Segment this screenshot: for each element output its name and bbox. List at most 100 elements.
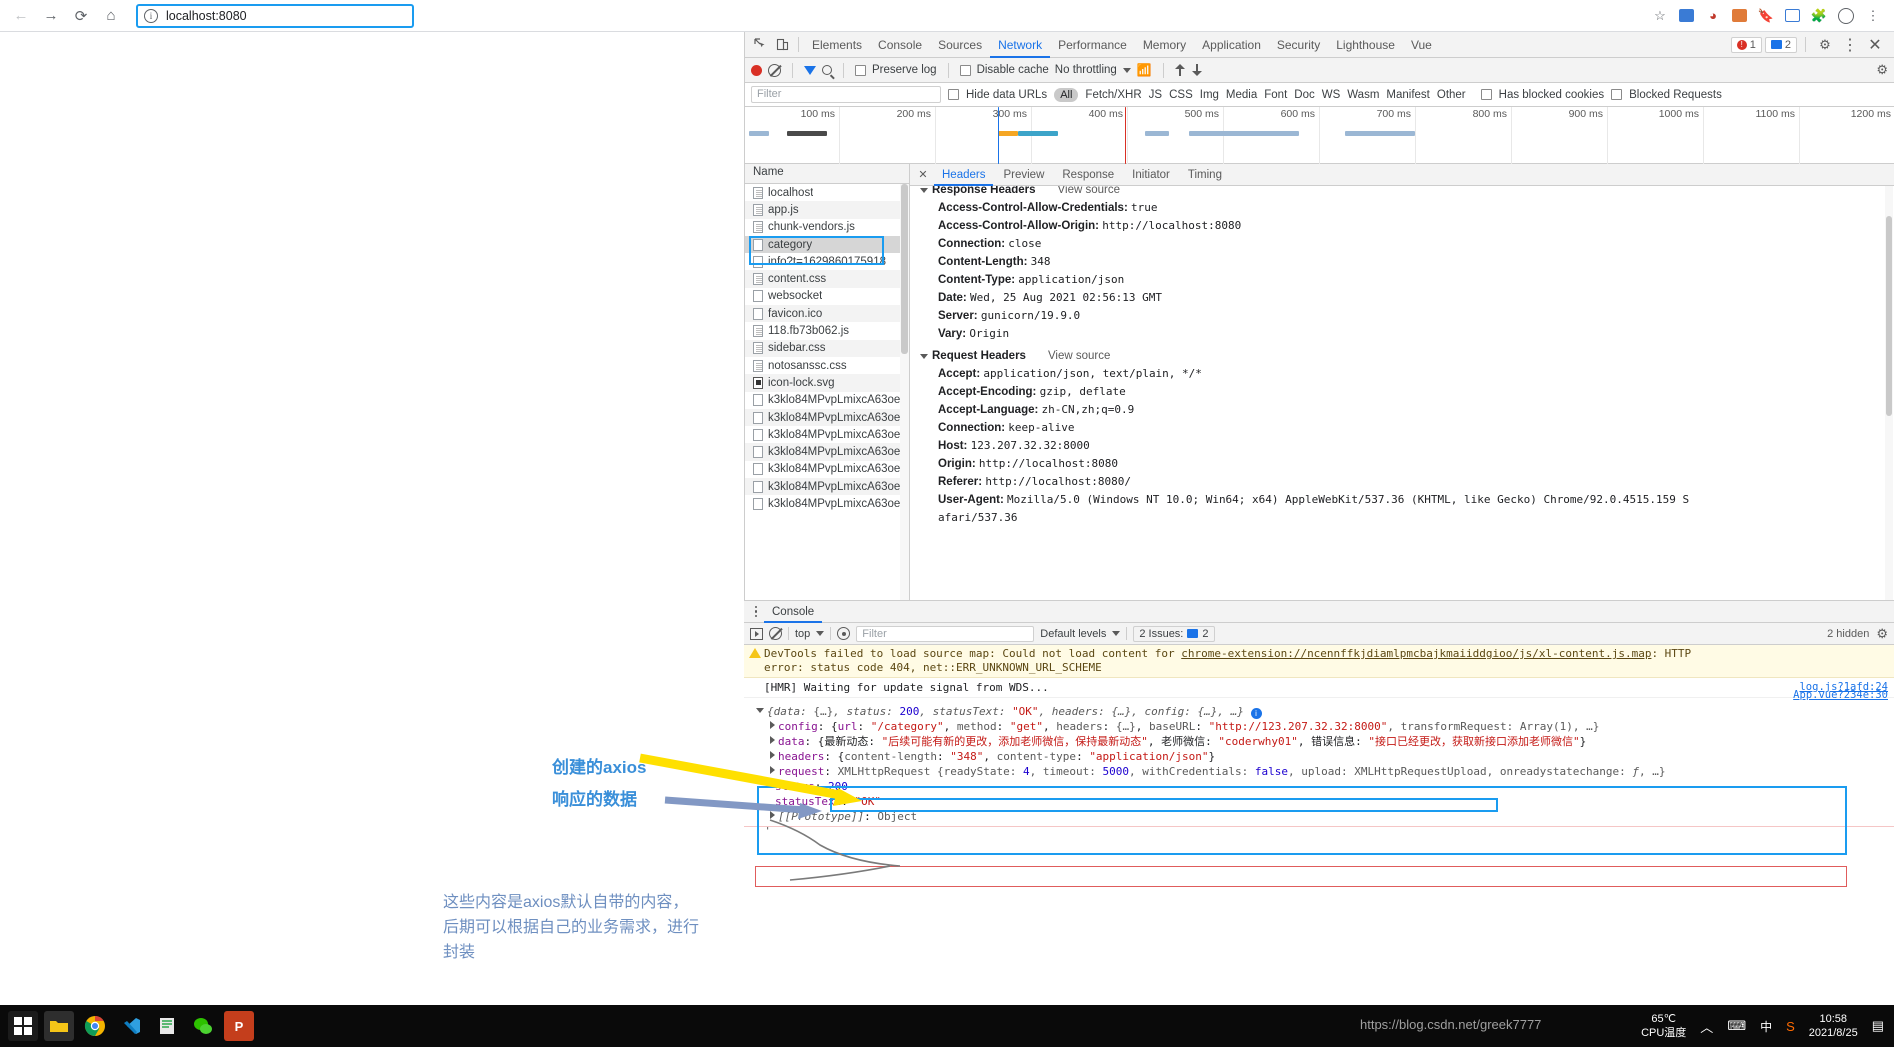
console-output[interactable]: DevTools failed to load source map: Coul… (744, 645, 1894, 827)
console-filter-input[interactable]: Filter (856, 625, 1035, 642)
tab-network[interactable]: Network (990, 32, 1050, 58)
record-button[interactable] (751, 64, 762, 76)
request-row[interactable]: info?t=1629860175918 (745, 253, 909, 270)
cpu-temp-widget[interactable]: 65℃ CPU温度 (1641, 1012, 1686, 1040)
vscode-icon[interactable] (116, 1011, 146, 1041)
response-headers-section[interactable]: Response Headers View source (920, 186, 1894, 199)
preserve-log-checkbox[interactable] (855, 64, 866, 76)
console-levels-select[interactable]: Default levels (1040, 628, 1106, 640)
tab-security[interactable]: Security (1269, 32, 1328, 58)
tab-memory[interactable]: Memory (1135, 32, 1194, 58)
request-row[interactable]: k3klo84MPvpLmixcA63oeALZ (745, 426, 909, 443)
filter-type-manifest[interactable]: Manifest (1386, 89, 1429, 101)
request-row[interactable]: app.js (745, 201, 909, 219)
console-object-output[interactable]: App.vue?234e:30 {data: {…}, status: 200,… (744, 689, 1894, 826)
warning-link[interactable]: chrome-extension://ncennffkjdiamlpmcbajk… (1181, 647, 1651, 660)
clear-button[interactable] (768, 63, 781, 77)
folder-icon[interactable] (44, 1011, 74, 1041)
close-icon[interactable]: ✕ (1864, 34, 1886, 56)
tab-response[interactable]: Response (1054, 164, 1122, 186)
puzzle-icon[interactable]: 🧩 (1810, 7, 1828, 25)
tab-application[interactable]: Application (1194, 32, 1269, 58)
clock-widget[interactable]: 10:58 2021/8/25 (1809, 1012, 1858, 1040)
error-count-badge[interactable]: ! 1 (1730, 36, 1762, 53)
filter-type-img[interactable]: Img (1200, 89, 1219, 101)
object-headers-line[interactable]: headers: {content-length: "348", content… (756, 749, 1888, 764)
start-icon[interactable] (8, 1011, 38, 1041)
reload-icon[interactable]: ⟳ (68, 3, 94, 29)
scrollbar-thumb[interactable] (901, 184, 908, 354)
hide-data-urls-checkbox[interactable] (948, 89, 959, 100)
tab-sources[interactable]: Sources (930, 32, 990, 58)
grid-icon[interactable] (1785, 9, 1800, 22)
request-row[interactable]: localhost (745, 184, 909, 201)
request-list-header[interactable]: Name (745, 164, 909, 184)
filter-type-js[interactable]: JS (1149, 89, 1162, 101)
back-arrow-icon[interactable]: ← (8, 3, 34, 29)
request-row[interactable]: category (745, 235, 909, 254)
request-row[interactable]: favicon.ico (745, 305, 909, 323)
notes-icon[interactable] (152, 1011, 182, 1041)
request-row[interactable]: sidebar.css (745, 339, 909, 357)
has-blocked-cookies-checkbox[interactable] (1480, 89, 1492, 100)
chevron-down-icon[interactable] (1112, 631, 1121, 636)
tab-lighthouse[interactable]: Lighthouse (1328, 32, 1403, 58)
object-request-line[interactable]: request: XMLHttpRequest {readyState: 4, … (756, 764, 1888, 779)
network-settings-gear-icon[interactable]: ⚙ (1876, 62, 1888, 78)
search-icon[interactable] (822, 65, 832, 75)
object-data-line[interactable]: data: {最新动态: "后续可能有新的更改，添加老师微信，保持最新动态", … (756, 734, 1888, 749)
chevron-right-icon[interactable] (770, 751, 775, 759)
kebab-menu-icon[interactable]: ⋮ (1839, 34, 1861, 56)
object-source-link[interactable]: App.vue?234e:30 (1793, 688, 1888, 703)
forward-arrow-icon[interactable]: → (38, 3, 64, 29)
disable-cache-checkbox[interactable] (959, 64, 971, 76)
keyboard-icon[interactable]: ⌨ (1727, 1018, 1746, 1034)
chevron-down-icon[interactable] (920, 353, 928, 359)
chevron-down-icon[interactable] (1122, 67, 1131, 73)
request-row[interactable]: k3klo84MPvpLmixcA63oeALZ (745, 443, 909, 461)
console-log-message[interactable]: [HMR] Waiting for update signal from WDS… (744, 678, 1894, 698)
tab-headers[interactable]: Headers (934, 164, 993, 186)
object-config-line[interactable]: config: {url: "/category", method: "get"… (756, 719, 1888, 734)
filter-type-fetchxhr[interactable]: Fetch/XHR (1085, 89, 1141, 101)
scrollbar-thumb[interactable] (1886, 216, 1892, 416)
request-row[interactable]: icon-lock.svg (745, 374, 909, 392)
chevron-right-icon[interactable] (770, 736, 775, 744)
filter-type-other[interactable]: Other (1437, 89, 1466, 101)
view-source-link[interactable]: View source (1058, 186, 1120, 196)
request-row[interactable]: k3klo84MPvpLmixcA63oeALZ (745, 478, 909, 496)
filter-type-css[interactable]: CSS (1169, 89, 1193, 101)
ime-indicator[interactable]: 中 (1760, 1018, 1772, 1035)
tab-preview[interactable]: Preview (995, 164, 1052, 186)
filter-type-wasm[interactable]: Wasm (1347, 89, 1379, 101)
close-icon[interactable]: ✕ (914, 166, 932, 184)
request-headers-section[interactable]: Request Headers View source (920, 347, 1894, 365)
request-row[interactable]: chunk-vendors.js (745, 219, 909, 236)
live-expression-icon[interactable] (837, 627, 851, 640)
home-icon[interactable]: ⌂ (98, 3, 124, 29)
chevron-down-icon[interactable] (816, 631, 825, 636)
bookmark-icon[interactable]: 🔖 (1757, 7, 1775, 25)
network-conditions-icon[interactable]: 📶 (1137, 63, 1152, 77)
show-hidden-icons[interactable]: ︿ (1700, 1017, 1713, 1036)
address-bar[interactable]: i localhost:8080 (136, 3, 414, 28)
request-row[interactable]: notosanssc.css (745, 357, 909, 374)
menu-icon[interactable]: ⋮ (1864, 7, 1882, 25)
tab-elements[interactable]: Elements (804, 32, 870, 58)
network-overview-timeline[interactable]: 100 ms 200 ms 300 ms 400 ms 500 ms 600 m… (745, 107, 1894, 164)
inspect-element-icon[interactable] (749, 34, 771, 56)
site-info-icon[interactable]: i (144, 8, 158, 23)
device-toolbar-icon[interactable] (771, 34, 793, 56)
filter-type-media[interactable]: Media (1226, 89, 1257, 101)
powerpoint-icon[interactable]: P (224, 1011, 254, 1041)
gear-icon[interactable]: ⚙ (1814, 34, 1836, 56)
avatar-icon[interactable] (1838, 7, 1854, 24)
filter-type-ws[interactable]: WS (1322, 89, 1341, 101)
bookmark-star-icon[interactable]: ☆ (1651, 7, 1669, 25)
console-warning-message[interactable]: DevTools failed to load source map: Coul… (744, 645, 1894, 678)
kebab-menu-icon[interactable] (748, 604, 764, 620)
filter-type-doc[interactable]: Doc (1294, 89, 1314, 101)
console-context-select[interactable]: top (795, 628, 810, 640)
filter-input[interactable]: Filter (751, 86, 941, 103)
throttling-select[interactable]: No throttling (1055, 64, 1117, 76)
